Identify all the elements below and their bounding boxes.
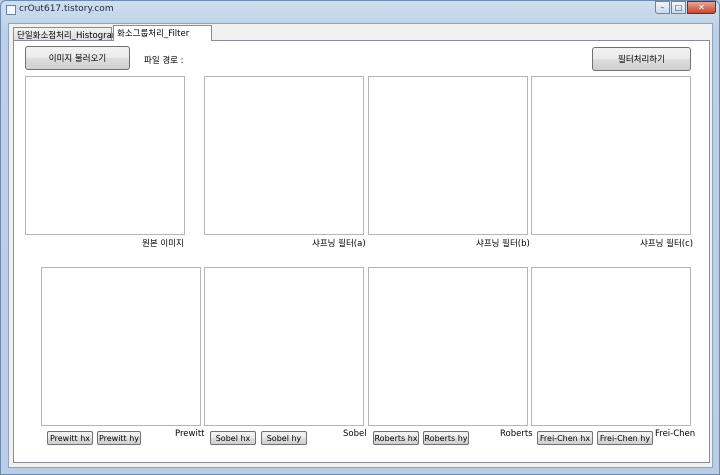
original-image-caption: 원본 이미지 — [142, 239, 184, 249]
frei-chen-caption: Frei-Chen — [655, 429, 696, 439]
sharpen-c-caption: 샤프닝 필터(c) — [640, 239, 694, 249]
frei-chen-hx-button[interactable]: Frei-Chen hx — [537, 431, 593, 445]
prewitt-hy-button[interactable]: Prewitt hy — [97, 431, 141, 445]
frei-chen-hy-button[interactable]: Frei-Chen hy — [597, 431, 653, 445]
apply-filter-button[interactable]: 필터처리하기 — [592, 47, 691, 71]
tab-filter[interactable]: 화소그룹처리_Filter — [113, 25, 212, 41]
roberts-image-box — [368, 267, 528, 426]
roberts-hy-button[interactable]: Roberts hy — [423, 431, 469, 445]
frei-chen-image-box — [531, 267, 691, 426]
file-path-label: 파일 경로 : — [144, 56, 184, 66]
roberts-caption: Roberts — [500, 429, 533, 439]
sobel-hx-button[interactable]: Sobel hx — [210, 431, 256, 445]
tab-histogram[interactable]: 단일화소점처리_Histogram — [13, 27, 120, 41]
close-button[interactable]: ✕ — [687, 1, 716, 14]
sharpen-a-caption: 샤프닝 필터(a) — [312, 239, 366, 249]
load-image-button[interactable]: 이미지 불러오기 — [25, 46, 130, 70]
filter-tab-page: 이미지 불러오기 파일 경로 : 필터처리하기 원본 이미지 샤프닝 필터(a)… — [13, 40, 710, 463]
prewitt-image-box — [41, 267, 201, 426]
app-icon — [6, 5, 16, 15]
sharpen-b-image-box — [368, 76, 528, 235]
roberts-hx-button[interactable]: Roberts hx — [373, 431, 419, 445]
maximize-button[interactable]: □ — [671, 1, 686, 14]
client-area: 단일화소점처리_Histogram 화소그룹처리_Filter 이미지 불러오기… — [8, 23, 713, 468]
sobel-caption: Sobel — [343, 429, 367, 439]
prewitt-hx-button[interactable]: Prewitt hx — [47, 431, 93, 445]
sobel-hy-button[interactable]: Sobel hy — [261, 431, 307, 445]
sharpen-b-caption: 샤프닝 필터(b) — [476, 239, 530, 249]
minimize-button[interactable]: – — [655, 1, 670, 14]
title-bar[interactable]: crOut617.tistory.com – □ ✕ — [1, 1, 719, 19]
sharpen-a-image-box — [204, 76, 364, 235]
prewitt-caption: Prewitt — [175, 429, 205, 439]
app-window: crOut617.tistory.com – □ ✕ 단일화소점처리_Histo… — [0, 0, 720, 475]
window-title: crOut617.tistory.com — [19, 4, 114, 14]
sharpen-c-image-box — [531, 76, 691, 235]
original-image-box — [25, 76, 185, 235]
sobel-image-box — [204, 267, 364, 426]
